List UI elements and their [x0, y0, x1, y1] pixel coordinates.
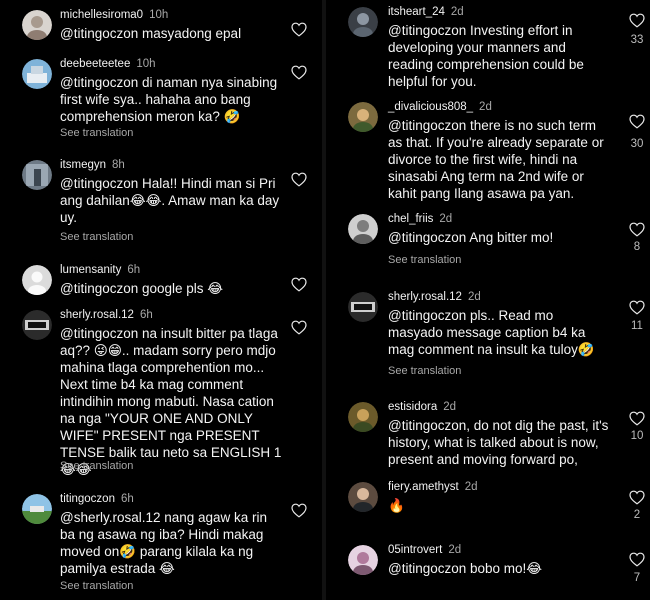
user-avatar[interactable] — [348, 402, 378, 432]
comment-text: @titingoczon Ang bitter mo! — [388, 230, 554, 245]
heart-outline-icon[interactable] — [629, 114, 645, 129]
comment-header: estisidora 2d — [388, 400, 456, 414]
comment-header: chel_friis 2d — [388, 212, 452, 226]
user-avatar[interactable] — [348, 214, 378, 244]
comment-header: 05introvert 2d — [388, 543, 461, 557]
timestamp: 10h — [136, 58, 156, 70]
heart-outline-icon[interactable] — [629, 13, 645, 28]
like-count: 10 — [630, 430, 644, 442]
user-avatar[interactable] — [348, 545, 378, 575]
timestamp: 10h — [149, 9, 169, 21]
comment-text: @titingoczon, do not dig the past, it's … — [388, 418, 609, 467]
see-translation-link[interactable]: See translation — [60, 231, 133, 244]
comments-panel-right: itsheart_24 2d @titingoczon Investing eff… — [326, 0, 650, 600]
user-avatar[interactable] — [348, 482, 378, 512]
timestamp: 6h — [139, 309, 153, 321]
username[interactable]: deebeeteetee — [60, 58, 130, 70]
user-avatar[interactable] — [22, 160, 52, 190]
timestamp: 8h — [112, 159, 125, 171]
like-count: 33 — [630, 34, 644, 46]
username[interactable]: 05introvert — [388, 544, 442, 556]
user-avatar[interactable] — [22, 10, 52, 40]
comment-header: deebeeteetee 10h — [60, 57, 156, 71]
heart-outline-icon[interactable] — [629, 490, 645, 505]
comment-text: @titingoczon pls.. Read mo masyado messa… — [388, 308, 595, 357]
username[interactable]: michellesiroma0 — [60, 9, 143, 21]
heart-outline-icon[interactable] — [291, 65, 307, 80]
timestamp: 2d — [443, 401, 457, 413]
heart-outline-icon[interactable] — [291, 503, 307, 518]
heart-outline-icon[interactable] — [291, 22, 307, 37]
timestamp: 2d — [448, 544, 462, 556]
username[interactable]: estisidora — [388, 401, 437, 413]
comment-header: michellesiroma0 10h — [60, 8, 168, 22]
heart-outline-icon[interactable] — [629, 222, 645, 237]
timestamp: 2d — [467, 291, 481, 303]
comment-text: @titingoczon na insult bitter pa tlaga a… — [60, 326, 282, 477]
comment-text: @titingoczon masyadong epal — [60, 26, 242, 41]
comment-text: @sherly.rosal.12 nang agaw ka rin ba ng … — [60, 510, 268, 576]
comment-text: 🔥 — [388, 498, 405, 513]
timestamp: 2d — [479, 101, 492, 113]
see-translation-link[interactable]: See translation — [60, 580, 133, 593]
like-count: 2 — [633, 509, 641, 521]
user-avatar[interactable] — [348, 102, 378, 132]
username[interactable]: itsmegyn — [60, 159, 106, 171]
username[interactable]: titingoczon — [60, 493, 115, 505]
username[interactable]: sherly.rosal.12 — [388, 291, 462, 303]
heart-outline-icon[interactable] — [291, 277, 307, 292]
comment-header: itsheart_24 2d — [388, 5, 464, 19]
user-avatar[interactable] — [22, 310, 52, 340]
timestamp: 2d — [450, 6, 464, 18]
comment-text: @titingoczon Hala!! Hindi man si Pri ang… — [60, 176, 280, 225]
comment-text: @titingoczon Investing effort in develop… — [388, 23, 584, 89]
username[interactable]: sherly.rosal.12 — [60, 309, 134, 321]
like-count: 8 — [633, 241, 641, 253]
comment-text: @titingoczon google pls 😂 — [60, 281, 224, 296]
comment-header: _divalicious808_ 2d — [388, 100, 492, 114]
username[interactable]: _divalicious808_ — [388, 101, 473, 113]
user-avatar[interactable] — [22, 494, 52, 524]
like-count: 11 — [631, 320, 643, 332]
user-avatar[interactable] — [348, 7, 378, 37]
comment-text: @titingoczon there is no such term as th… — [388, 118, 604, 201]
heart-outline-icon[interactable] — [291, 320, 307, 335]
timestamp: 6h — [127, 264, 141, 276]
username[interactable]: itsheart_24 — [388, 6, 445, 18]
comment-text: @titingoczon di naman nya sinabing first… — [60, 75, 278, 124]
see-translation-link[interactable]: See translation — [388, 254, 461, 267]
see-translation-link[interactable]: See translation — [60, 460, 133, 473]
comment-header: titingoczon 6h — [60, 492, 134, 506]
see-translation-link[interactable]: See translation — [60, 127, 133, 140]
heart-outline-icon[interactable] — [291, 172, 307, 187]
comment-text: @titingoczon bobo mo!😂 — [388, 561, 543, 576]
heart-outline-icon[interactable] — [629, 552, 645, 567]
username[interactable]: fiery.amethyst — [388, 481, 459, 493]
user-avatar[interactable] — [348, 292, 378, 322]
heart-outline-icon[interactable] — [629, 411, 645, 426]
comment-header: sherly.rosal.12 2d — [388, 290, 481, 304]
like-count: 7 — [633, 572, 641, 584]
timestamp: 2d — [439, 213, 453, 225]
timestamp: 6h — [120, 493, 134, 505]
see-translation-link[interactable]: See translation — [388, 365, 461, 378]
user-avatar[interactable] — [22, 265, 52, 295]
timestamp: 2d — [464, 481, 478, 493]
comment-header: itsmegyn 8h — [60, 158, 125, 172]
comment-header: sherly.rosal.12 6h — [60, 308, 153, 322]
username[interactable]: lumensanity — [60, 264, 121, 276]
like-count: 30 — [630, 138, 644, 150]
heart-outline-icon[interactable] — [629, 300, 645, 315]
comments-panel-left: michellesiroma0 10h @titingoczon masyadon… — [0, 0, 322, 600]
comment-header: lumensanity 6h — [60, 263, 140, 277]
username[interactable]: chel_friis — [388, 213, 433, 225]
user-avatar[interactable] — [22, 59, 52, 89]
comment-header: fiery.amethyst 2d — [388, 480, 478, 494]
